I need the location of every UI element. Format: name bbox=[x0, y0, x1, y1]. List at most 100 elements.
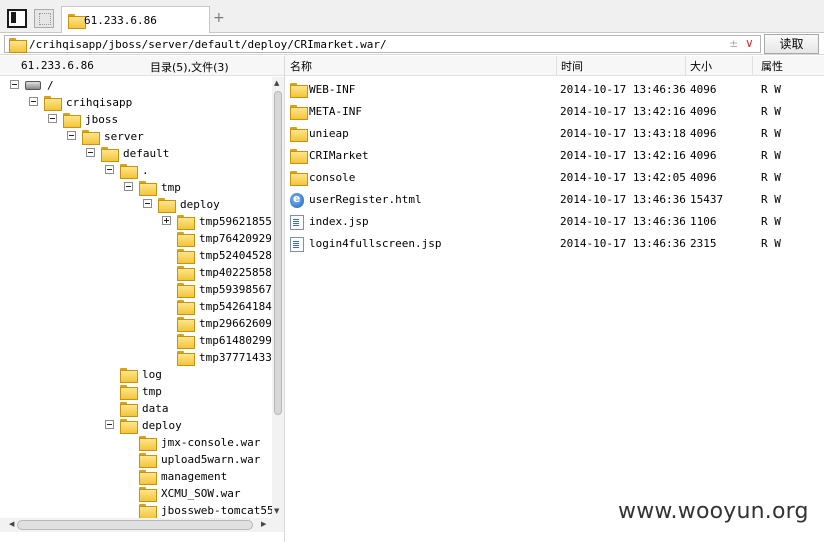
column-time[interactable]: 时间 bbox=[561, 58, 583, 74]
folder-icon bbox=[139, 453, 157, 468]
tree-node[interactable]: XCMU_SOW.war bbox=[0, 485, 272, 502]
tree-node-label: tmp5962185520 bbox=[199, 215, 272, 228]
tree-node[interactable]: tmp bbox=[0, 383, 272, 400]
tree-node[interactable]: tmp3777143354 bbox=[0, 349, 272, 366]
collapse-icon[interactable] bbox=[67, 131, 76, 140]
folder-icon bbox=[158, 198, 176, 213]
scroll-down-icon[interactable]: ▼ bbox=[274, 507, 279, 515]
tree-node-label: / bbox=[47, 79, 54, 92]
tree-node[interactable]: jmx-console.war bbox=[0, 434, 272, 451]
tree-node[interactable]: data bbox=[0, 400, 272, 417]
column-name[interactable]: 名称 bbox=[290, 58, 312, 74]
file-row[interactable]: login4fullscreen.jsp 2014-10-17 13:46:36 2… bbox=[285, 233, 824, 253]
file-time: 2014-10-17 13:46:36 bbox=[560, 237, 686, 250]
tree-node[interactable]: log bbox=[0, 366, 272, 383]
add-tab-button[interactable]: + bbox=[213, 10, 225, 26]
tree-node[interactable]: deploy bbox=[0, 417, 272, 434]
tree-node-label: jboss bbox=[85, 113, 119, 126]
column-size[interactable]: 大小 bbox=[690, 58, 712, 74]
folder-icon bbox=[290, 105, 308, 120]
tree-node-label: tmp5939856740 bbox=[199, 283, 272, 296]
collapse-icon[interactable] bbox=[105, 420, 114, 429]
file-attr: R W bbox=[761, 105, 781, 118]
scroll-right-icon[interactable]: ▶ bbox=[261, 520, 266, 528]
collapse-icon[interactable] bbox=[48, 114, 57, 123]
tree-node[interactable]: . bbox=[0, 162, 272, 179]
blank-tab-icon[interactable] bbox=[34, 9, 54, 28]
tree-vertical-scrollbar[interactable]: ▲ ▼ bbox=[272, 77, 284, 518]
tree-node[interactable]: tmp524045286 bbox=[0, 247, 272, 264]
column-attr[interactable]: 属性 bbox=[761, 58, 783, 74]
scroll-left-icon[interactable]: ◀ bbox=[9, 520, 14, 528]
folder-icon bbox=[120, 385, 138, 400]
column-separator[interactable] bbox=[685, 56, 686, 76]
collapse-icon[interactable] bbox=[105, 165, 114, 174]
tree-node[interactable]: jboss bbox=[0, 111, 272, 128]
tree-node[interactable]: / bbox=[0, 77, 272, 94]
folder-icon bbox=[177, 317, 195, 332]
tree-node[interactable]: management bbox=[0, 468, 272, 485]
tree-horizontal-scrollbar[interactable]: ◀ ▶ bbox=[0, 518, 284, 532]
file-row[interactable]: CRIMarket 2014-10-17 13:42:16 4096 R W bbox=[285, 145, 824, 165]
plus-minus-icon[interactable]: ± bbox=[729, 37, 738, 50]
path-bar: /crihqisapp/jboss/server/default/deploy/… bbox=[0, 33, 824, 55]
folder-icon bbox=[120, 402, 138, 417]
expand-icon[interactable] bbox=[162, 216, 171, 225]
file-size: 15437 bbox=[690, 193, 724, 206]
folder-icon bbox=[139, 470, 157, 485]
tree-node-label: tmp7642092920 bbox=[199, 232, 272, 245]
tree-node[interactable]: tmp4022585865 bbox=[0, 264, 272, 281]
tree-node[interactable]: tmp5426418440 bbox=[0, 298, 272, 315]
file-attr: R W bbox=[761, 149, 781, 162]
folder-icon bbox=[177, 215, 195, 230]
tab-host[interactable]: 61.233.6.86 bbox=[61, 6, 210, 33]
tree-node[interactable]: tmp5939856740 bbox=[0, 281, 272, 298]
file-size: 4096 bbox=[690, 105, 717, 118]
tree-node[interactable]: jbossweb-tomcat55.s bbox=[0, 502, 272, 518]
column-separator[interactable] bbox=[752, 56, 753, 76]
chevron-down-icon[interactable]: ∨ bbox=[745, 36, 754, 50]
column-separator[interactable] bbox=[556, 56, 557, 76]
file-row[interactable]: console 2014-10-17 13:42:05 4096 R W bbox=[285, 167, 824, 187]
tree-node[interactable]: tmp6148029954 bbox=[0, 332, 272, 349]
tree-node-label: tmp2966260902 bbox=[199, 317, 272, 330]
scroll-thumb[interactable] bbox=[17, 520, 253, 530]
file-row[interactable]: unieap 2014-10-17 13:43:18 4096 R W bbox=[285, 123, 824, 143]
tree-node[interactable]: deploy bbox=[0, 196, 272, 213]
file-name: console bbox=[309, 171, 356, 184]
collapse-icon[interactable] bbox=[29, 97, 38, 106]
tree-node[interactable]: tmp7642092920 bbox=[0, 230, 272, 247]
file-row[interactable]: index.jsp 2014-10-17 13:46:36 1106 R W bbox=[285, 211, 824, 231]
tree-node[interactable]: tmp5962185520 bbox=[0, 213, 272, 230]
folder-icon bbox=[139, 504, 157, 518]
tree-node[interactable]: upload5warn.war bbox=[0, 451, 272, 468]
file-name: login4fullscreen.jsp bbox=[309, 237, 442, 250]
path-input[interactable]: /crihqisapp/jboss/server/default/deploy/… bbox=[4, 35, 761, 53]
scroll-up-icon[interactable]: ▲ bbox=[274, 79, 279, 87]
tree-node[interactable]: crihqisapp bbox=[0, 94, 272, 111]
html-file-icon bbox=[290, 192, 304, 208]
file-attr: R W bbox=[761, 215, 781, 228]
file-row[interactable]: WEB-INF 2014-10-17 13:46:36 4096 R W bbox=[285, 79, 824, 99]
collapse-icon[interactable] bbox=[143, 199, 152, 208]
tree-node[interactable]: default bbox=[0, 145, 272, 162]
collapse-icon[interactable] bbox=[86, 148, 95, 157]
folder-icon bbox=[177, 232, 195, 247]
file-attr: R W bbox=[761, 171, 781, 184]
collapse-icon[interactable] bbox=[124, 182, 133, 191]
folder-icon bbox=[44, 96, 62, 111]
folder-icon bbox=[177, 334, 195, 349]
read-button[interactable]: 读取 bbox=[764, 34, 819, 54]
file-row[interactable]: userRegister.html 2014-10-17 13:46:36 1543… bbox=[285, 189, 824, 209]
tree-node[interactable]: server bbox=[0, 128, 272, 145]
collapse-icon[interactable] bbox=[10, 80, 19, 89]
scroll-thumb[interactable] bbox=[274, 91, 282, 415]
tree-node-label: management bbox=[161, 470, 228, 483]
tree-node[interactable]: tmp bbox=[0, 179, 272, 196]
toggle-panel-icon[interactable] bbox=[7, 9, 27, 28]
file-row[interactable]: META-INF 2014-10-17 13:42:16 4096 R W bbox=[285, 101, 824, 121]
tab-label: 61.233.6.86 bbox=[84, 14, 157, 27]
tree-node-label: upload5warn.war bbox=[161, 453, 261, 466]
tree-node[interactable]: tmp2966260902 bbox=[0, 315, 272, 332]
file-name: userRegister.html bbox=[309, 193, 422, 206]
